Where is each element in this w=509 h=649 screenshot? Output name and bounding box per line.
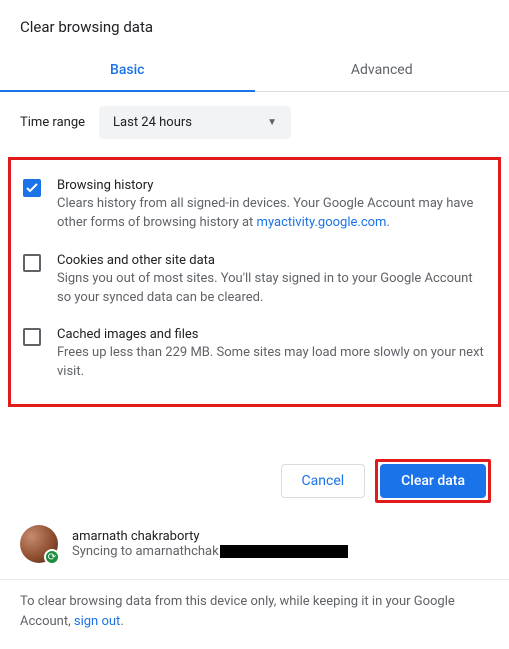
option-cookies: Cookies and other site data Signs you ou… — [19, 243, 490, 318]
profile-sync-status: Syncing to amarnathchak — [72, 544, 348, 559]
sign-out-link[interactable]: sign out — [74, 614, 120, 629]
sync-icon: ⟳ — [44, 549, 60, 565]
option-desc: Signs you out of most sites. You'll stay… — [57, 270, 486, 308]
timerange-label: Time range — [20, 115, 85, 130]
dialog-title: Clear browsing data — [0, 0, 509, 50]
footer-note: To clear browsing data from this device … — [0, 592, 509, 649]
clear-data-button[interactable]: Clear data — [380, 464, 486, 498]
option-title: Cached images and files — [57, 327, 486, 342]
timerange-row: Time range Last 24 hours ▼ — [0, 92, 509, 153]
tab-advanced[interactable]: Advanced — [255, 50, 509, 91]
profile-sync-text: Syncing to amarnathchak — [72, 544, 219, 559]
option-desc-text: . — [386, 215, 389, 230]
clear-data-highlight: Clear data — [375, 459, 491, 503]
footer-text: . — [120, 614, 123, 629]
option-title: Browsing history — [57, 178, 486, 193]
option-desc: Frees up less than 229 MB. Some sites ma… — [57, 344, 486, 382]
checkbox-cache[interactable] — [23, 328, 41, 346]
options-highlight: Browsing history Clears history from all… — [8, 157, 501, 407]
myactivity-link[interactable]: myactivity.google.com — [257, 215, 387, 230]
checkbox-browsing-history[interactable] — [23, 179, 41, 197]
cancel-button[interactable]: Cancel — [281, 464, 366, 498]
option-desc: Clears history from all signed-in device… — [57, 195, 486, 233]
profile-row: ⟳ amarnath chakraborty Syncing to amarna… — [0, 515, 509, 580]
redacted-block — [220, 545, 348, 558]
chevron-down-icon: ▼ — [267, 117, 277, 128]
timerange-value: Last 24 hours — [113, 115, 192, 130]
checkbox-cookies[interactable] — [23, 254, 41, 272]
option-browsing-history: Browsing history Clears history from all… — [19, 168, 490, 243]
profile-name: amarnath chakraborty — [72, 529, 348, 544]
tabs: Basic Advanced — [0, 50, 509, 92]
option-cache: Cached images and files Frees up less th… — [19, 317, 490, 392]
tab-basic[interactable]: Basic — [0, 50, 255, 91]
timerange-select[interactable]: Last 24 hours ▼ — [99, 106, 291, 139]
option-title: Cookies and other site data — [57, 253, 486, 268]
avatar: ⟳ — [20, 525, 58, 563]
dialog-actions: Cancel Clear data — [0, 407, 509, 515]
